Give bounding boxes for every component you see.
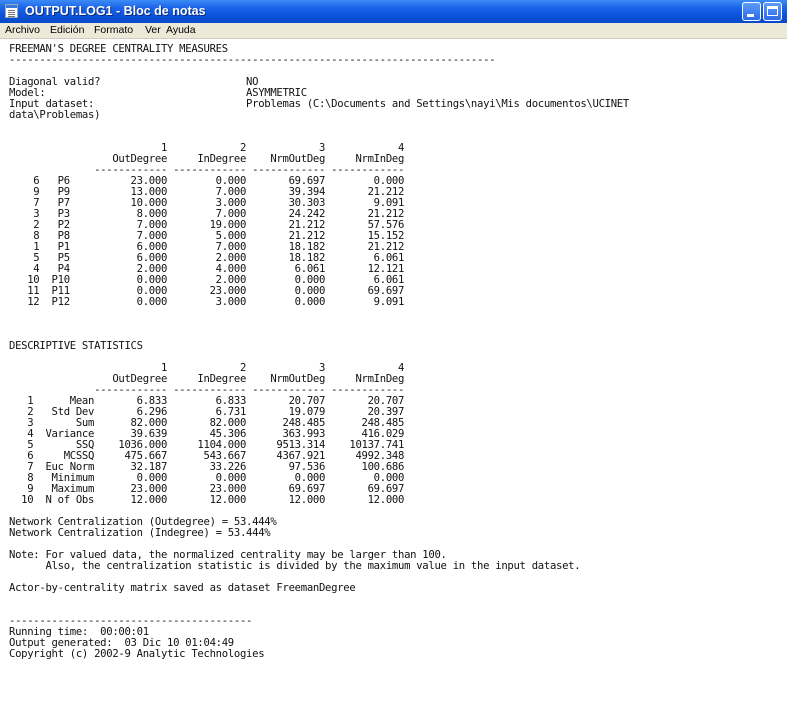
notepad-icon [5,4,18,18]
text-line: ----------------------------------------… [9,54,496,66]
text-line: Network Centralization (Indegree) = 53.4… [9,527,271,539]
menu-archivo[interactable]: Archivo [5,24,40,37]
text-line: Also, the centralization statistic is di… [9,560,581,572]
text-area[interactable]: FREEMAN'S DEGREE CENTRALITY MEASURES ----… [7,39,782,704]
menu-ayuda[interactable]: Ayuda [166,24,196,37]
text-line: 10 N of Obs 12.000 12.000 12.000 12.000 [9,494,405,506]
minimize-button[interactable] [742,2,761,21]
window-title: OUTPUT.LOG1 - Bloc de notas [25,4,206,18]
text-line: Actor-by-centrality matrix saved as data… [9,582,356,594]
maximize-button[interactable] [763,2,782,21]
text-line: data\Problemas) [9,109,101,121]
menu-ver[interactable]: Ver [145,24,161,37]
menu-formato[interactable]: Formato [94,24,133,37]
text-line: Input dataset: Problemas (C:\Documents a… [9,98,629,110]
text-line: DESCRIPTIVE STATISTICS [9,340,143,352]
text-line: 12 P12 0.000 3.000 0.000 9.091 [9,296,405,308]
text-line: Copyright (c) 2002-9 Analytic Technologi… [9,648,265,660]
title-bar[interactable]: OUTPUT.LOG1 - Bloc de notas [0,0,787,23]
menu-edicion[interactable]: Edición [50,24,84,37]
notepad-window: OUTPUT.LOG1 - Bloc de notas Archivo Edic… [0,0,787,704]
menu-bar: Archivo Edición Formato Ver Ayuda [0,23,787,39]
